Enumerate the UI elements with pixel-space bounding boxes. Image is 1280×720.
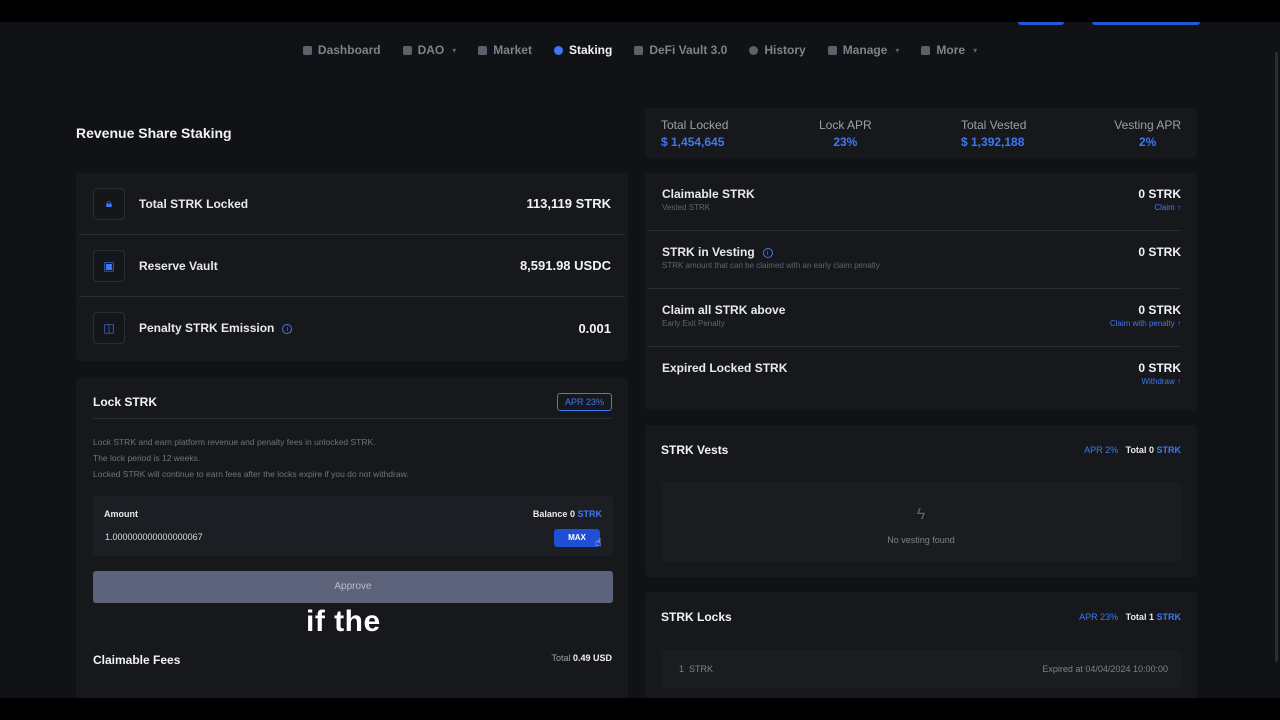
divider xyxy=(93,418,612,419)
fees-title: Claimable Fees xyxy=(93,653,181,667)
more-icon xyxy=(921,45,931,55)
vests-panel: STRK Vests APR 2% Total 0 STRK ϟ No vest… xyxy=(645,425,1197,577)
chevron-down-icon: ▾ xyxy=(895,45,900,55)
nav-history[interactable]: History xyxy=(738,37,816,63)
stat-vesting-apr: Vesting APR 2% xyxy=(1114,118,1181,149)
nav-manage[interactable]: Manage ▾ xyxy=(817,37,911,63)
lock-description: Lock STRK and earn platform revenue and … xyxy=(93,434,409,482)
main-nav: Dashboard DAO ▾ Market Staking DeFi Vault… xyxy=(0,37,1280,63)
doc-icon xyxy=(402,45,412,55)
info-icon[interactable]: i xyxy=(762,247,773,258)
stat-total-vested: Total Vested $ 1,392,188 xyxy=(961,118,1027,149)
stat-lock-apr: Lock APR 23% xyxy=(819,118,872,149)
nav-market[interactable]: Market xyxy=(467,37,543,63)
claim-with-penalty-link[interactable]: Claim with penalty ↑ xyxy=(1110,319,1181,328)
clock-icon xyxy=(749,45,759,55)
claim-row: Claim all STRK above Early Exit Penalty … xyxy=(648,289,1181,347)
lock-desc-line: Lock STRK and earn platform revenue and … xyxy=(93,437,376,447)
locks-title: STRK Locks xyxy=(661,610,732,624)
grid-icon xyxy=(302,45,312,55)
stat-total-locked: Total Locked $ 1,454,645 xyxy=(661,118,729,149)
chevron-down-icon: ▾ xyxy=(452,45,457,55)
claims-panel: Claimable STRK Vested STRK 0 STRK Claim … xyxy=(645,173,1197,410)
page-title: Revenue Share Staking xyxy=(76,125,232,141)
lock-icon: 🔒︎ xyxy=(93,187,125,220)
lock-amount: 1 STRK xyxy=(679,664,714,674)
locks-summary: APR 23% Total 1 STRK xyxy=(1079,612,1181,622)
stats-panel: Total Locked $ 1,454,645 Lock APR 23% Tota… xyxy=(645,108,1197,158)
summary-panel: 🔒︎ Total STRK Locked 113,119 STRK ▣ Rese… xyxy=(76,173,628,361)
lock-panel: Lock STRK APR 23% Lock STRK and earn pla… xyxy=(76,378,628,698)
lock-desc-line: The lock period is 12 weeks. xyxy=(93,453,201,463)
summary-row-locked: 🔒︎ Total STRK Locked 113,119 STRK xyxy=(79,173,625,235)
bars-icon xyxy=(478,45,488,55)
apr-badge: APR 23% xyxy=(556,393,612,411)
empty-message: No vesting found xyxy=(887,535,955,545)
claim-row: STRK in Vesting i STRK amount that can be… xyxy=(648,231,1181,289)
claim-row: Claimable STRK Vested STRK 0 STRK Claim … xyxy=(648,173,1181,231)
nav-more[interactable]: More ▾ xyxy=(910,37,988,63)
claim-row: Expired Locked STRK 0 STRK Withdraw ↑ xyxy=(662,361,1181,386)
amount-box: Amount Balance 0 STRK 1.0000000000000000… xyxy=(93,496,613,556)
max-button[interactable]: MAX xyxy=(554,529,600,547)
lightning-icon: ϟ xyxy=(916,506,926,523)
nav-dao[interactable]: DAO ▾ xyxy=(392,37,468,63)
scrollbar[interactable] xyxy=(1275,52,1278,662)
nav-staking[interactable]: Staking xyxy=(543,37,623,63)
vests-empty-box: ϟ No vesting found xyxy=(661,482,1181,562)
summary-row-penalty: ◫ Penalty STRK Emission i 0.001 xyxy=(79,297,625,359)
locks-panel: STRK Locks APR 23% Total 1 STRK 1 STRK E… xyxy=(645,592,1197,698)
withdraw-link[interactable]: Withdraw ↑ xyxy=(1141,377,1181,386)
vests-summary: APR 2% Total 0 STRK xyxy=(1084,445,1181,455)
info-icon[interactable]: i xyxy=(282,323,293,334)
lock-desc-line: Locked STRK will continue to earn fees a… xyxy=(93,469,409,479)
balance-display: Balance 0 STRK xyxy=(532,509,602,519)
nav-dashboard[interactable]: Dashboard xyxy=(292,37,392,63)
vault-box-icon: ▣ xyxy=(93,249,125,282)
top-button-stub[interactable] xyxy=(1018,22,1064,25)
sliders-icon xyxy=(827,45,837,55)
amount-label: Amount xyxy=(104,509,138,519)
amount-input[interactable]: 1.000000000000000067 xyxy=(105,532,203,542)
lock-row: 1 STRK Expired at 04/04/2024 10:00:00 xyxy=(661,650,1181,688)
lock-title: Lock STRK xyxy=(93,395,158,409)
app-frame: Dashboard DAO ▾ Market Staking DeFi Vault… xyxy=(0,22,1280,698)
lock-status: Expired at 04/04/2024 10:00:00 xyxy=(1042,664,1168,674)
coins-icon: ◫ xyxy=(93,312,125,344)
nav-defi-vault[interactable]: DeFi Vault 3.0 xyxy=(623,37,738,63)
top-button-stub-wide[interactable] xyxy=(1092,22,1200,25)
approve-button[interactable]: Approve xyxy=(93,571,613,603)
penalty-label: Penalty STRK Emission xyxy=(139,321,275,335)
cursor-icon: ☝ xyxy=(595,537,602,549)
vault-icon xyxy=(634,45,644,55)
claim-link[interactable]: Claim ↑ xyxy=(1154,203,1181,212)
chevron-down-icon: ▾ xyxy=(973,45,978,55)
fees-total: Total 0.49 USD xyxy=(551,653,612,663)
summary-row-reserve: ▣ Reserve Vault 8,591.98 USDC xyxy=(79,235,625,297)
video-caption: if the xyxy=(306,605,381,638)
vests-title: STRK Vests xyxy=(661,443,729,457)
staking-icon xyxy=(553,45,563,55)
